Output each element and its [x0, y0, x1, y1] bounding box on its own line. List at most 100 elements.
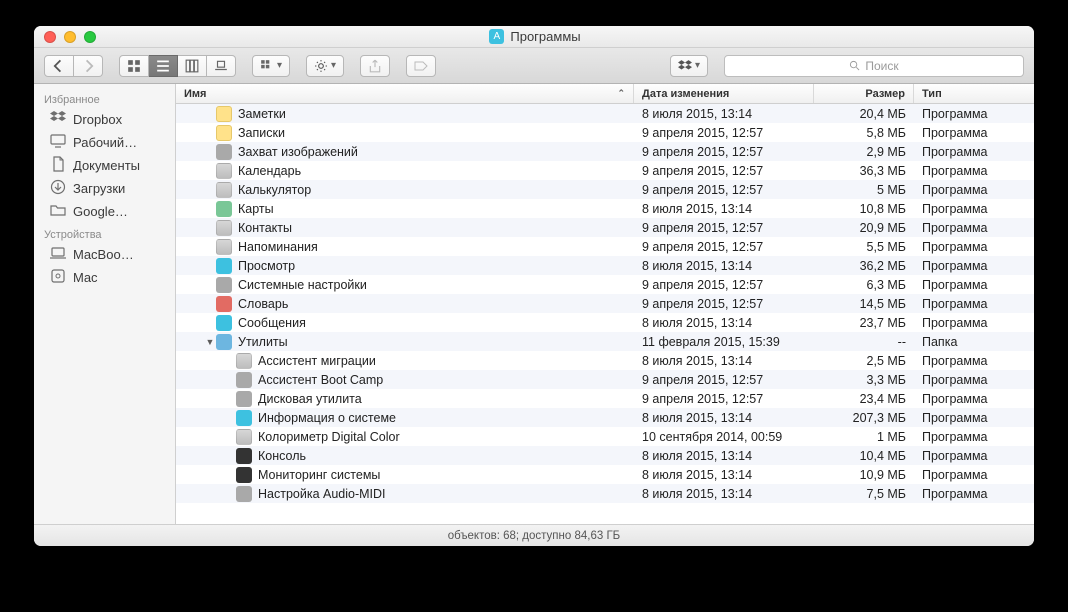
file-size: 6,3 МБ — [814, 278, 914, 292]
table-row[interactable]: Информация о системе8 июля 2015, 13:1420… — [176, 408, 1034, 427]
file-size: 20,9 МБ — [814, 221, 914, 235]
sidebar-item-favorite[interactable]: Рабочий… — [34, 131, 175, 154]
file-name: Настройка Audio-MIDI — [258, 487, 386, 501]
file-name: Ассистент Boot Camp — [258, 373, 383, 387]
table-row[interactable]: Ассистент миграции8 июля 2015, 13:142,5 … — [176, 351, 1034, 370]
table-row[interactable]: Системные настройки9 апреля 2015, 12:576… — [176, 275, 1034, 294]
chevron-down-icon: ▾ — [277, 60, 282, 71]
file-kind: Программа — [914, 164, 1034, 178]
table-row[interactable]: Настройка Audio-MIDI8 июля 2015, 13:147,… — [176, 484, 1034, 503]
sidebar-item-device[interactable]: MacBoo… — [34, 243, 175, 266]
dropbox-button[interactable]: ▾ — [670, 55, 708, 77]
file-icon — [236, 391, 252, 407]
table-row[interactable]: Контакты 9 апреля 2015, 12:5720,9 МБПрогр… — [176, 218, 1034, 237]
table-row[interactable]: Карты8 июля 2015, 13:1410,8 МБПрограмма — [176, 199, 1034, 218]
sidebar-item-favorite[interactable]: Google… — [34, 200, 175, 223]
file-icon — [236, 429, 252, 445]
file-list: Имя⌃ Дата изменения Размер Тип Заметки8 … — [176, 84, 1034, 524]
table-row[interactable]: Записки9 апреля 2015, 12:575,8 МБПрограм… — [176, 123, 1034, 142]
file-name: Системные настройки — [238, 278, 367, 292]
file-date: 9 апреля 2015, 12:57 — [634, 126, 814, 140]
table-row[interactable]: Захват изображений9 апреля 2015, 12:572,… — [176, 142, 1034, 161]
grid-icon — [127, 59, 141, 73]
file-icon — [216, 125, 232, 141]
file-kind: Папка — [914, 335, 1034, 349]
forward-button[interactable] — [74, 55, 103, 77]
table-row[interactable]: Консоль8 июля 2015, 13:1410,4 МБПрограмм… — [176, 446, 1034, 465]
file-name: Напоминания — [238, 240, 318, 254]
file-kind: Программа — [914, 259, 1034, 273]
view-list-button[interactable] — [149, 55, 178, 77]
chevron-left-icon — [52, 59, 66, 73]
table-row[interactable]: Календарь9 апреля 2015, 12:5736,3 МБПрог… — [176, 161, 1034, 180]
sidebar-item-label: Dropbox — [73, 112, 122, 127]
file-size: 5 МБ — [814, 183, 914, 197]
table-row[interactable]: Сообщения8 июля 2015, 13:1423,7 МБПрогра… — [176, 313, 1034, 332]
table-row[interactable]: Калькулятор9 апреля 2015, 12:575 МБПрогр… — [176, 180, 1034, 199]
file-icon — [216, 334, 232, 350]
window-title: A Программы — [96, 29, 974, 44]
disclosure-icon[interactable]: ▼ — [204, 337, 216, 347]
tag-icon — [414, 59, 428, 73]
table-row[interactable]: Ассистент Boot Camp9 апреля 2015, 12:573… — [176, 370, 1034, 389]
action-button[interactable]: ▾ — [306, 55, 344, 77]
chevron-right-icon — [81, 59, 95, 73]
finder-window: { "window": { "title": "Программы" }, "t… — [34, 26, 1034, 546]
sidebar-item-label: Рабочий… — [73, 135, 137, 150]
table-row[interactable]: Мониторинг системы8 июля 2015, 13:1410,9… — [176, 465, 1034, 484]
share-button[interactable] — [360, 55, 390, 77]
dropbox-icon — [678, 59, 692, 73]
file-name: Колориметр Digital Color — [258, 430, 400, 444]
minimize-button[interactable] — [64, 31, 76, 43]
sidebar-item-favorite[interactable]: Документы — [34, 154, 175, 177]
table-row[interactable]: Просмотр8 июля 2015, 13:1436,2 МБПрограм… — [176, 256, 1034, 275]
sidebar-item-label: Загрузки — [73, 181, 125, 196]
table-row[interactable]: Заметки8 июля 2015, 13:1420,4 МБПрограмм… — [176, 104, 1034, 123]
sidebar-item-favorite[interactable]: Dropbox — [34, 108, 175, 131]
file-name: Контакты — [238, 221, 292, 235]
table-row[interactable]: Дисковая утилита9 апреля 2015, 12:5723,4… — [176, 389, 1034, 408]
search-field[interactable]: Поиск — [724, 55, 1024, 77]
back-button[interactable] — [44, 55, 74, 77]
documents-icon — [50, 156, 66, 175]
file-kind: Программа — [914, 411, 1034, 425]
file-date: 8 июля 2015, 13:14 — [634, 468, 814, 482]
table-row[interactable]: Колориметр Digital Color10 сентября 2014… — [176, 427, 1034, 446]
file-size: 10,9 МБ — [814, 468, 914, 482]
view-columns-button[interactable] — [178, 55, 207, 77]
sidebar-item-device[interactable]: Mac — [34, 266, 175, 289]
column-name[interactable]: Имя⌃ — [176, 84, 634, 103]
titlebar: A Программы — [34, 26, 1034, 48]
list-body[interactable]: Заметки8 июля 2015, 13:1420,4 МБПрограмм… — [176, 104, 1034, 524]
status-bar: объектов: 68; доступно 84,63 ГБ — [34, 524, 1034, 546]
file-size: 10,8 МБ — [814, 202, 914, 216]
search-placeholder: Поиск — [865, 59, 898, 73]
tags-button[interactable] — [406, 55, 436, 77]
column-size[interactable]: Размер — [814, 84, 914, 103]
arrange-icon — [260, 59, 274, 73]
file-date: 8 июля 2015, 13:14 — [634, 354, 814, 368]
column-date[interactable]: Дата изменения — [634, 84, 814, 103]
zoom-button[interactable] — [84, 31, 96, 43]
list-icon — [156, 59, 170, 73]
folder-icon: A — [489, 29, 504, 44]
table-row[interactable]: ▼Утилиты11 февраля 2015, 15:39--Папка — [176, 332, 1034, 351]
file-date: 9 апреля 2015, 12:57 — [634, 221, 814, 235]
file-date: 8 июля 2015, 13:14 — [634, 316, 814, 330]
sidebar-item-favorite[interactable]: Загрузки — [34, 177, 175, 200]
arrange-button[interactable]: ▾ — [252, 55, 290, 77]
file-name: Утилиты — [238, 335, 288, 349]
view-coverflow-button[interactable] — [207, 55, 236, 77]
disk-icon — [50, 268, 66, 287]
file-date: 9 апреля 2015, 12:57 — [634, 183, 814, 197]
view-icons-button[interactable] — [119, 55, 149, 77]
file-icon — [216, 201, 232, 217]
close-button[interactable] — [44, 31, 56, 43]
file-name: Карты — [238, 202, 274, 216]
file-kind: Программа — [914, 354, 1034, 368]
table-row[interactable]: Напоминания9 апреля 2015, 12:575,5 МБПро… — [176, 237, 1034, 256]
file-size: 10,4 МБ — [814, 449, 914, 463]
table-row[interactable]: Словарь9 апреля 2015, 12:5714,5 МБПрогра… — [176, 294, 1034, 313]
column-kind[interactable]: Тип — [914, 84, 1034, 103]
file-kind: Программа — [914, 221, 1034, 235]
